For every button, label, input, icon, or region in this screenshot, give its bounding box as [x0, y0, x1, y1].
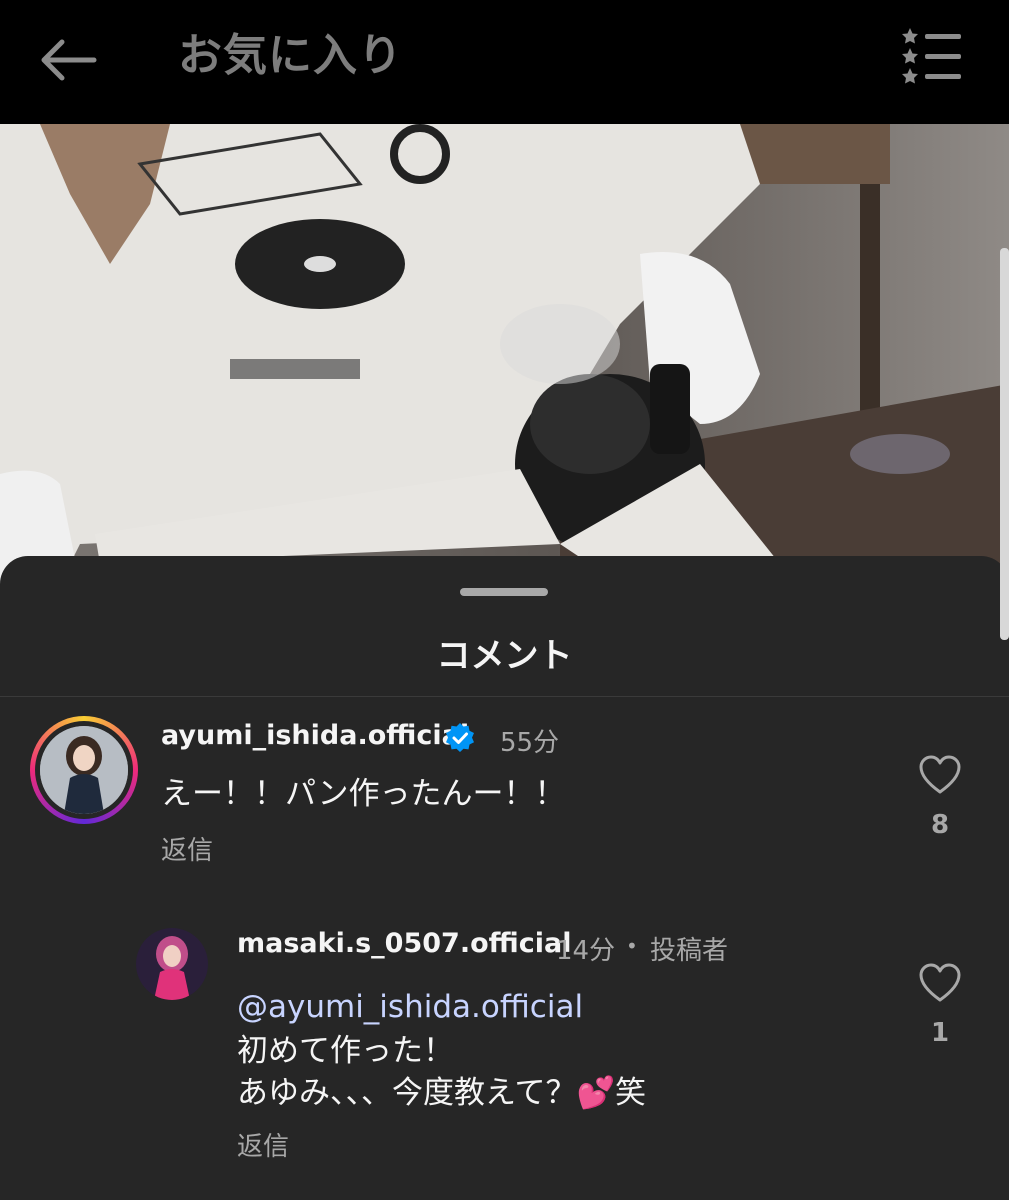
verified-badge-icon: [446, 723, 474, 752]
comment-text-line: あゆみ、、、今度教えて？💕笑: [237, 1075, 647, 1111]
comment-username[interactable]: ayumi_ishida.official: [161, 720, 469, 751]
like-count: 8: [930, 810, 950, 840]
author-tag: 投稿者: [650, 936, 729, 966]
mention-link[interactable]: @ayumi_ishida.official: [237, 986, 583, 1028]
post-photo: [0, 124, 1009, 584]
avatar[interactable]: [136, 928, 208, 1000]
star-list-filter-icon: [902, 28, 961, 84]
heart-icon[interactable]: [918, 754, 962, 798]
page-title: お気に入り: [178, 30, 403, 81]
comments-title: コメント: [436, 636, 573, 676]
meta-separator: •: [626, 934, 638, 958]
comment-text-line: 初めて作った！: [237, 1033, 454, 1069]
comment-username[interactable]: masaki.s_0507.official: [237, 928, 571, 959]
scrollbar[interactable]: [1000, 248, 1009, 640]
comment-time: 14分: [556, 936, 616, 966]
drag-handle[interactable]: [460, 588, 548, 596]
like-count: 1: [930, 1018, 950, 1048]
app-window: お気に入り コメント ayumi_ishida.official 55分 えー！…: [0, 0, 1009, 1200]
avatar-story-ring[interactable]: [30, 716, 138, 824]
avatar: [40, 726, 128, 814]
comment-time: 55分: [500, 728, 560, 758]
divider: [0, 696, 1009, 697]
top-bar: お気に入り: [0, 0, 1009, 124]
back-button[interactable]: [36, 28, 100, 92]
heart-icon[interactable]: [918, 962, 962, 1006]
reply-button[interactable]: 返信: [161, 830, 213, 867]
reply-button[interactable]: 返信: [237, 1126, 289, 1163]
back-arrow-icon: [41, 39, 97, 81]
comment-text: えー！！パン作ったんー！！: [161, 776, 566, 812]
filter-button[interactable]: [901, 26, 965, 86]
